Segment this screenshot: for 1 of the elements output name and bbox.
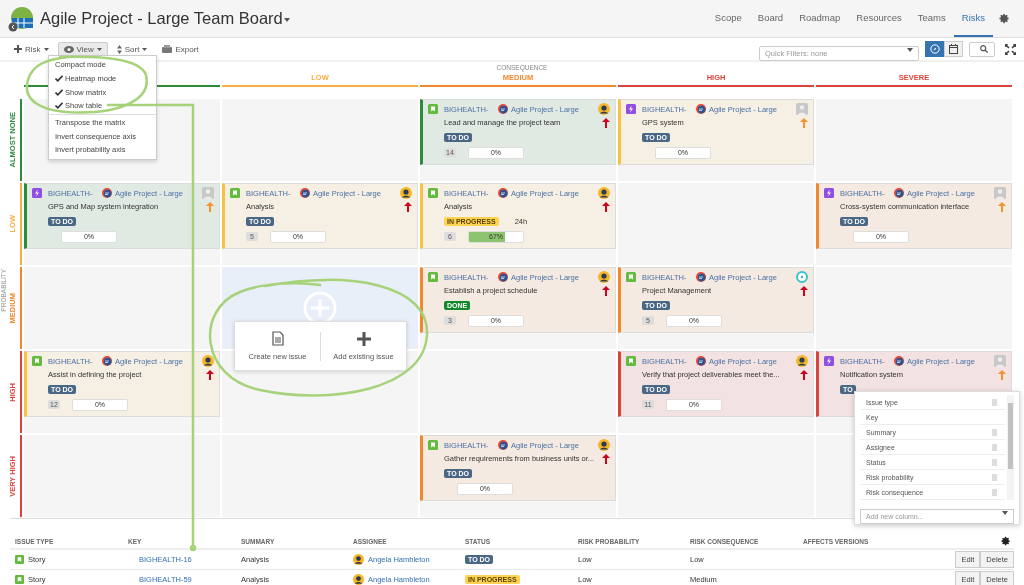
board-title: Agile Project - Large Team Board [40, 9, 283, 28]
